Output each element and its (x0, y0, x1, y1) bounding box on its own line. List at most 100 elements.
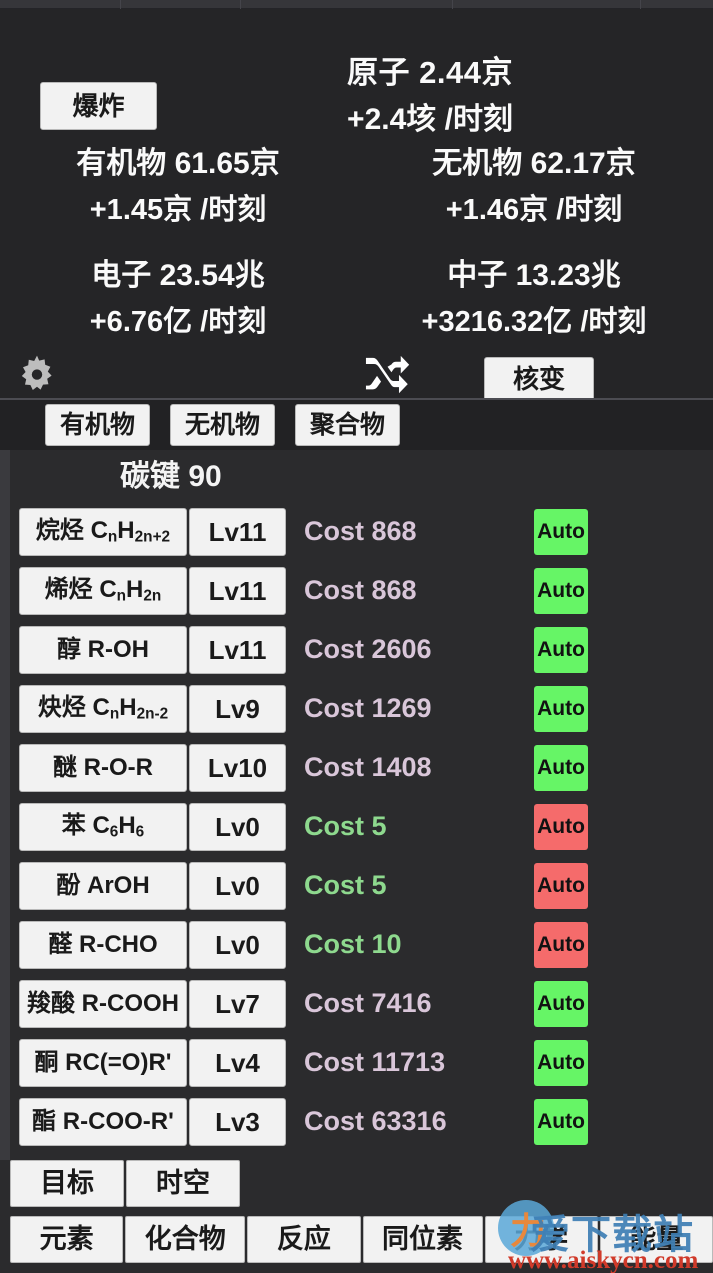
upgrade-row: 酮 RC(=O)R' Lv4 Cost 11713 Auto (19, 1033, 713, 1092)
upgrade-name-button[interactable]: 醚 R-O-R (19, 743, 187, 792)
upgrade-row: 烯烃 CnH2n Lv11 Cost 868 Auto (19, 561, 713, 620)
upgrade-auto-toggle[interactable]: Auto (534, 1039, 588, 1086)
resource-inorganic-rate: +1.46京 /时刻 (445, 194, 623, 226)
nav-energy[interactable]: 能量 (599, 1216, 713, 1263)
sysbar-segment (640, 0, 700, 9)
upgrade-auto-toggle[interactable]: Auto (534, 567, 588, 614)
upgrade-row: 烷烃 CnH2n+2 Lv11 Cost 868 Auto (19, 502, 713, 561)
upgrade-rows: 烷烃 CnH2n+2 Lv11 Cost 868 Auto 烯烃 CnH2n Lv11 Co… (10, 502, 713, 1151)
upgrade-name-button[interactable]: 酯 R-COO-R' (19, 1097, 187, 1146)
nav-goals[interactable]: 目标 (10, 1160, 124, 1207)
upgrade-name-button[interactable]: 烷烃 CnH2n+2 (19, 507, 187, 556)
nav-mechanics[interactable]: 力学 (484, 1216, 598, 1263)
upgrade-cost-label: Cost 868 (304, 516, 417, 546)
resource-row: 有机物 61.65京 +1.45京 /时刻 无机物 62.17京 +1.46京 … (0, 141, 713, 233)
resource-neutron-rate: +3216.32亿 /时刻 (421, 306, 647, 338)
sysbar-segment (240, 0, 440, 9)
upgrade-row: 醛 R-CHO Lv0 Cost 10 Auto (19, 915, 713, 974)
upgrade-auto-toggle[interactable]: Auto (534, 508, 588, 555)
upgrade-row: 炔烃 CnH2n-2 Lv9 Cost 1269 Auto (19, 679, 713, 738)
upgrade-cost-label: Cost 5 (304, 870, 387, 900)
resource-inorganic-amount: 无机物 62.17京 (432, 147, 636, 180)
nav-elements[interactable]: 元素 (10, 1216, 124, 1263)
resource-grid: 有机物 61.65京 +1.45京 /时刻 无机物 62.17京 +1.46京 … (0, 141, 713, 345)
upgrade-auto-toggle[interactable]: Auto (534, 685, 588, 732)
resource-row: 电子 23.54兆 +6.76亿 /时刻 中子 13.23兆 +3216.32亿… (0, 253, 713, 345)
nav-row-primary: 目标 时空 (0, 1160, 713, 1207)
upgrade-list-area: 碳键 90 烷烃 CnH2n+2 Lv11 Cost 868 Auto 烯烃 CnH2n… (0, 450, 713, 1160)
shuffle-icon[interactable] (362, 355, 410, 398)
gear-icon[interactable] (13, 352, 61, 400)
sysbar-segment (452, 0, 532, 9)
upgrade-row: 羧酸 R-COOH Lv7 Cost 7416 Auto (19, 974, 713, 1033)
upgrade-level-button[interactable]: Lv4 (189, 1038, 286, 1087)
nav-reactions[interactable]: 反应 (247, 1216, 361, 1263)
atom-count-label: 原子 2.44京 (347, 55, 513, 90)
resource-electron-amount: 电子 23.54兆 (91, 259, 265, 292)
upgrade-name-button[interactable]: 苯 C6H6 (19, 802, 187, 851)
upgrade-auto-toggle[interactable]: Auto (534, 626, 588, 673)
upgrade-name-button[interactable]: 羧酸 R-COOH (19, 979, 187, 1028)
upgrade-level-button[interactable]: Lv11 (189, 625, 286, 674)
resource-inorganic: 无机物 62.17京 +1.46京 /时刻 (356, 141, 712, 233)
upgrade-level-button[interactable]: Lv3 (189, 1097, 286, 1146)
category-tabs: 有机物 无机物 聚合物 (0, 398, 713, 450)
bottom-navigation: 目标 时空 元素 化合物 反应 同位素 力学 能量 (0, 1160, 713, 1273)
upgrade-level-button[interactable]: Lv9 (189, 684, 286, 733)
resource-neutron-amount: 中子 13.23兆 (447, 259, 621, 292)
upgrade-level-button[interactable]: Lv0 (189, 802, 286, 851)
upgrade-cost-label: Cost 2606 (304, 634, 432, 664)
tab-inorganic[interactable]: 无机物 (170, 404, 276, 446)
upgrade-auto-toggle[interactable]: Auto (534, 744, 588, 791)
upgrade-level-button[interactable]: Lv11 (189, 566, 286, 615)
resource-neutron: 中子 13.23兆 +3216.32亿 /时刻 (356, 253, 712, 345)
app-root: 爆炸 原子 2.44京 +2.4垓 /时刻 有机物 61.65京 +1.45京 … (0, 0, 713, 1273)
upgrade-cost-label: Cost 1408 (304, 752, 432, 782)
sysbar-segment (120, 0, 210, 9)
nav-isotopes[interactable]: 同位素 (362, 1216, 483, 1263)
resource-organic-amount: 有机物 61.65京 (76, 147, 280, 180)
nav-row-secondary: 元素 化合物 反应 同位素 力学 能量 (0, 1216, 713, 1263)
upgrade-auto-toggle[interactable]: Auto (534, 1098, 588, 1145)
stats-panel: 爆炸 原子 2.44京 +2.4垓 /时刻 有机物 61.65京 +1.45京 … (0, 9, 713, 401)
upgrade-level-button[interactable]: Lv11 (189, 507, 286, 556)
nav-spacetime[interactable]: 时空 (126, 1160, 240, 1207)
resource-electron-rate: +6.76亿 /时刻 (89, 306, 267, 338)
upgrade-auto-toggle[interactable]: Auto (534, 803, 588, 850)
section-title: 碳键 90 (120, 460, 222, 493)
upgrade-name-button[interactable]: 酚 ArOH (19, 861, 187, 910)
upgrade-row: 酯 R-COO-R' Lv3 Cost 63316 Auto (19, 1092, 713, 1151)
upgrade-level-button[interactable]: Lv0 (189, 861, 286, 910)
upgrade-cost-label: Cost 63316 (304, 1106, 447, 1136)
upgrade-cost-label: Cost 1269 (304, 693, 432, 723)
system-status-bar (0, 0, 713, 9)
nav-compounds[interactable]: 化合物 (125, 1216, 246, 1263)
upgrade-cost-label: Cost 5 (304, 811, 387, 841)
upgrade-name-button[interactable]: 醇 R-OH (19, 625, 187, 674)
resource-organic: 有机物 61.65京 +1.45京 /时刻 (0, 141, 356, 233)
explode-button[interactable]: 爆炸 (40, 82, 157, 130)
upgrade-cost-label: Cost 7416 (304, 988, 432, 1018)
tab-organic[interactable]: 有机物 (45, 404, 151, 446)
upgrade-level-button[interactable]: Lv0 (189, 920, 286, 969)
upgrade-name-button[interactable]: 炔烃 CnH2n-2 (19, 684, 187, 733)
atom-rate-label: +2.4垓 /时刻 (347, 103, 513, 136)
upgrade-cost-label: Cost 11713 (304, 1047, 446, 1077)
fusion-button[interactable]: 核变 (484, 357, 594, 401)
upgrade-name-button[interactable]: 醛 R-CHO (19, 920, 187, 969)
resource-electron: 电子 23.54兆 +6.76亿 /时刻 (0, 253, 356, 345)
upgrade-row: 苯 C6H6 Lv0 Cost 5 Auto (19, 797, 713, 856)
upgrade-name-button[interactable]: 酮 RC(=O)R' (19, 1038, 187, 1087)
upgrade-level-button[interactable]: Lv7 (189, 979, 286, 1028)
upgrade-name-button[interactable]: 烯烃 CnH2n (19, 566, 187, 615)
tab-polymer[interactable]: 聚合物 (295, 404, 401, 446)
upgrade-level-button[interactable]: Lv10 (189, 743, 286, 792)
upgrade-row: 醇 R-OH Lv11 Cost 2606 Auto (19, 620, 713, 679)
upgrade-row: 酚 ArOH Lv0 Cost 5 Auto (19, 856, 713, 915)
upgrade-cost-label: Cost 10 (304, 929, 402, 959)
resource-organic-rate: +1.45京 /时刻 (89, 194, 267, 226)
upgrade-auto-toggle[interactable]: Auto (534, 921, 588, 968)
upgrade-auto-toggle[interactable]: Auto (534, 980, 588, 1027)
upgrade-row: 醚 R-O-R Lv10 Cost 1408 Auto (19, 738, 713, 797)
upgrade-auto-toggle[interactable]: Auto (534, 862, 588, 909)
